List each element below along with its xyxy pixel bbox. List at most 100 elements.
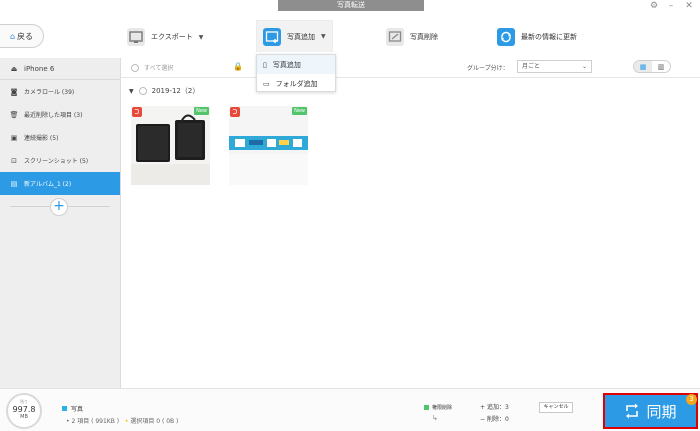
file-icon: ▯ — [263, 60, 267, 69]
settings-icon[interactable]: ⚙ — [647, 0, 661, 12]
sidebar-item-recently-deleted[interactable]: 🗑 最近削除した項目 (3) — [0, 103, 120, 126]
delete-count: 削除：0 — [486, 416, 509, 423]
back-button[interactable]: ⌂ 戻る — [0, 24, 44, 48]
sidebar: ⏏ iPhone 6 ◙ カメラロール (39) 🗑 最近削除した項目 (3) … — [0, 58, 121, 388]
sidebar-item-label: スクリーンショット (5) — [24, 158, 89, 165]
sidebar-item-camera-roll[interactable]: ◙ カメラロール (39) — [0, 80, 120, 103]
toolbar — [0, 14, 700, 58]
menu-item-add-folder[interactable]: ▭ フォルダ追加 — [257, 74, 335, 93]
sync-button[interactable]: 同期 — [603, 393, 698, 429]
title-bar: 写真転送 ⚙ – ✕ — [0, 0, 700, 14]
refresh-label: 最新の情報に更新 — [521, 33, 577, 41]
sidebar-device[interactable]: ⏏ iPhone 6 — [0, 58, 120, 80]
change-counts: + 追加：3 − 削除：0 — [480, 402, 509, 426]
export-label: エクスポート — [151, 33, 193, 41]
back-button-label: 戻る — [17, 31, 34, 41]
perm-delete-legend: 権限削除 — [424, 404, 452, 411]
sync-icon — [626, 403, 639, 419]
delete-photo-icon — [386, 28, 404, 46]
group-by-select[interactable]: 月ごと ⌄ — [517, 60, 592, 73]
items-count: 2 項目 ( 991KB ) — [71, 418, 120, 425]
large-grid-view-icon[interactable]: ▥ — [652, 61, 670, 72]
grid-view-icon[interactable]: ▦ — [634, 61, 652, 72]
chevron-down-icon: ⌄ — [581, 63, 587, 70]
duplicate-icon: Ↄ — [230, 107, 240, 117]
delete-photo-label: 写真削除 — [410, 33, 438, 41]
select-all-checkbox[interactable]: すべて選択 — [131, 63, 173, 72]
export-button[interactable]: エクスポート ▼ — [127, 22, 203, 52]
group-by-value: 月ごと — [522, 63, 541, 70]
folder-icon: ▭ — [263, 79, 270, 88]
group-by-label: グループ分け： — [467, 65, 509, 72]
storage-gauge: 残り 997.8 MB — [6, 393, 42, 429]
date-group-header[interactable]: ▼ 2019-12（2） — [129, 86, 199, 96]
sidebar-item-screenshots[interactable]: ⊡ スクリーンショット (5) — [0, 149, 120, 172]
menu-item-label: フォルダ追加 — [275, 79, 318, 88]
add-count: 追加：3 — [486, 404, 509, 411]
chevron-down-icon: ▼ — [198, 33, 204, 41]
arrow-icon: ↳ — [432, 414, 438, 422]
sidebar-item-label: 連続撮影 (5) — [24, 135, 59, 142]
refresh-icon — [497, 28, 515, 46]
sync-label: 同期 — [646, 402, 677, 421]
sidebar-item-new-album[interactable]: ▤ 新アルバム_1 (2) — [0, 172, 120, 195]
home-icon: ⌂ — [9, 31, 16, 41]
photo-thumbnail[interactable]: Ↄ New — [229, 106, 308, 185]
sidebar-item-label: カメラロール (39) — [24, 89, 75, 96]
bullet: • — [66, 418, 70, 425]
add-photo-label: 写真追加 — [287, 32, 315, 41]
menu-item-label: 写真追加 — [272, 60, 301, 69]
trash-icon: 🗑 — [9, 110, 19, 119]
type-label: 写真 — [71, 406, 84, 413]
date-group-label: 2019-12（2） — [151, 87, 200, 95]
cancel-button[interactable]: キャンセル — [539, 402, 573, 413]
new-badge: New — [292, 107, 307, 115]
sidebar-item-burst[interactable]: ▣ 連続撮影 (5) — [0, 126, 120, 149]
photo-image — [229, 106, 308, 185]
minus-icon: − — [480, 416, 486, 423]
export-icon — [127, 28, 145, 46]
sidebar-item-label: 新アルバム_1 (2) — [24, 181, 72, 188]
photo-type-swatch — [62, 406, 67, 411]
photo-thumbnail[interactable]: Ↄ New — [131, 106, 210, 185]
new-badge: New — [194, 107, 209, 115]
add-photo-dropdown: ▯ 写真追加 ▭ フォルダ追加 — [256, 54, 336, 92]
chevron-down-icon: ▼ — [321, 33, 326, 40]
status-bar: 残り 997.8 MB 写真 • 2 項目 ( 991KB ) • 選択項目 0… — [0, 388, 700, 431]
content-header: すべて選択 🔒 グループ分け： 月ごと ⌄ ▦ ▥ — [121, 58, 700, 78]
screenshot-icon: ⊡ — [11, 156, 17, 165]
collapse-icon[interactable]: ▼ — [129, 88, 134, 95]
eject-icon: ⏏ — [10, 64, 18, 73]
minimize-icon[interactable]: – — [664, 0, 678, 12]
window-title: 写真転送 — [278, 0, 424, 11]
plus-icon: + — [480, 404, 486, 411]
view-toggle: ▦ ▥ — [633, 60, 671, 73]
add-photo-button[interactable]: 写真追加 ▼ — [256, 20, 333, 52]
album-icon: ▤ — [10, 179, 18, 188]
add-photo-icon — [263, 27, 281, 46]
photo-image — [131, 106, 210, 185]
camera-icon: ◙ — [10, 87, 18, 96]
close-icon[interactable]: ✕ — [682, 0, 696, 12]
storage-value: 997.8 — [12, 405, 36, 414]
burst-icon: ▣ — [10, 133, 18, 142]
items-info: • 2 項目 ( 991KB ) • 選択項目 0 ( 0B ) — [66, 416, 178, 425]
selected-count: 選択項目 0 ( 0B ) — [130, 418, 179, 425]
perm-delete-label: 権限削除 — [432, 405, 453, 411]
add-album-button[interactable]: + — [50, 198, 68, 216]
type-legend: 写真 — [62, 404, 83, 413]
storage-unit: MB — [20, 414, 28, 420]
menu-item-add-photo[interactable]: ▯ 写真追加 — [257, 55, 335, 74]
sync-count-badge: 3 — [686, 394, 697, 405]
sidebar-item-label: 最近削除した項目 (3) — [24, 112, 83, 119]
duplicate-icon: Ↄ — [132, 107, 142, 117]
radio-icon — [131, 63, 139, 72]
radio-icon[interactable] — [138, 87, 147, 95]
device-name: iPhone 6 — [24, 64, 55, 73]
refresh-button[interactable]: 最新の情報に更新 — [497, 22, 577, 52]
delete-photo-button[interactable]: 写真削除 — [386, 22, 438, 52]
bullet: • — [124, 418, 129, 425]
photo-grid: ▼ 2019-12（2） Ↄ New Ↄ New — [121, 78, 700, 388]
delete-swatch — [424, 405, 429, 410]
lock-icon: 🔒 — [233, 62, 243, 71]
